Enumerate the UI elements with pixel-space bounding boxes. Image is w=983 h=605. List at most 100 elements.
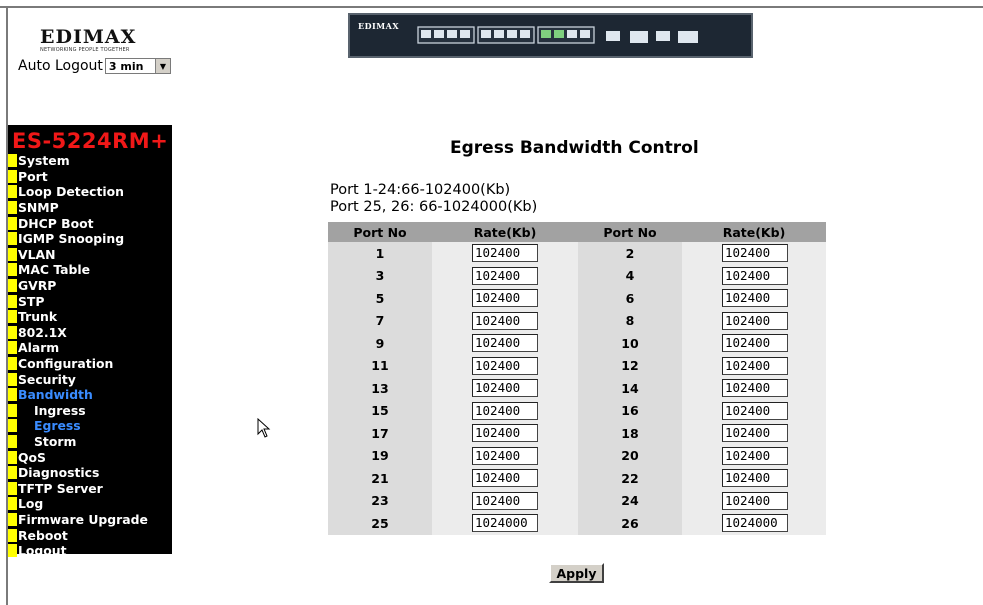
sidebar-item-logout[interactable]: Logout bbox=[8, 543, 172, 559]
sidebar-item-ingress[interactable]: Ingress bbox=[8, 403, 172, 419]
rate-input[interactable]: 102400 bbox=[472, 379, 538, 398]
sidebar-item-label: Security bbox=[18, 371, 76, 387]
sidebar-item-gvrp[interactable]: GVRP bbox=[8, 278, 172, 294]
sidebar-item-dhcp-boot[interactable]: DHCP Boot bbox=[8, 215, 172, 231]
rate-cell: 102400 bbox=[682, 467, 826, 490]
sidebar-item-vlan[interactable]: VLAN bbox=[8, 247, 172, 263]
port-number: 26 bbox=[578, 512, 682, 535]
port-number: 9 bbox=[328, 332, 432, 355]
rate-input[interactable]: 1024000 bbox=[472, 514, 538, 533]
table-row: 21 102400 22 102400 bbox=[328, 467, 826, 490]
bandwidth-table: Port No Rate(Kb) Port No Rate(Kb) 1 10240… bbox=[328, 222, 826, 535]
sidebar-item-log[interactable]: Log bbox=[8, 496, 172, 512]
port-number: 22 bbox=[578, 467, 682, 490]
auto-logout-select[interactable]: 3 min ▼ bbox=[104, 58, 171, 74]
table-row: 3 102400 4 102400 bbox=[328, 264, 826, 287]
sidebar-item-system[interactable]: System bbox=[8, 153, 172, 169]
sidebar-item-stp[interactable]: STP bbox=[8, 293, 172, 309]
sidebar-item-reboot[interactable]: Reboot bbox=[8, 527, 172, 543]
rate-range-info: Port 1-24:66-102400(Kb) Port 25, 26: 66-… bbox=[330, 182, 537, 216]
sidebar-item-label: Log bbox=[18, 496, 44, 512]
rate-input[interactable]: 102400 bbox=[472, 469, 538, 488]
rate-input[interactable]: 102400 bbox=[472, 356, 538, 375]
sidebar-item-tftp-server[interactable]: TFTP Server bbox=[8, 480, 172, 496]
menu-marker-icon bbox=[8, 247, 17, 261]
rate-input[interactable]: 102400 bbox=[472, 266, 538, 285]
table-row: 25 1024000 26 1024000 bbox=[328, 512, 826, 535]
header-port-no: Port No bbox=[328, 222, 432, 242]
rate-input[interactable]: 102400 bbox=[722, 244, 788, 263]
port-number: 14 bbox=[578, 377, 682, 400]
sidebar-item-bandwidth[interactable]: Bandwidth bbox=[8, 387, 172, 403]
rate-input[interactable]: 102400 bbox=[722, 446, 788, 465]
sidebar-item-mac-table[interactable]: MAC Table bbox=[8, 262, 172, 278]
rate-input[interactable]: 1024000 bbox=[722, 514, 788, 533]
sidebar-item-label: Ingress bbox=[34, 402, 86, 418]
mouse-cursor-icon bbox=[257, 418, 271, 438]
rate-input[interactable]: 102400 bbox=[472, 311, 538, 330]
menu-marker-icon bbox=[8, 481, 17, 495]
rate-input[interactable]: 102400 bbox=[472, 491, 538, 510]
port-number: 5 bbox=[328, 287, 432, 310]
logo-mark: EDIMAX bbox=[40, 26, 137, 48]
sidebar-item-trunk[interactable]: Trunk bbox=[8, 309, 172, 325]
rate-input[interactable]: 102400 bbox=[722, 356, 788, 375]
sidebar-item-label: QoS bbox=[18, 449, 46, 465]
device-brand: EDIMAX bbox=[358, 21, 400, 31]
rate-input[interactable]: 102400 bbox=[472, 446, 538, 465]
rate-input[interactable]: 102400 bbox=[472, 334, 538, 353]
switch-device-image: EDIMAX bbox=[348, 13, 753, 58]
rate-cell: 102400 bbox=[432, 264, 578, 287]
rate-cell: 102400 bbox=[432, 444, 578, 467]
port-number: 19 bbox=[328, 444, 432, 467]
rate-input[interactable]: 102400 bbox=[472, 424, 538, 443]
rate-input[interactable]: 102400 bbox=[722, 266, 788, 285]
menu-marker-icon bbox=[8, 154, 17, 168]
rate-cell: 102400 bbox=[432, 332, 578, 355]
menu-marker-icon bbox=[8, 450, 17, 464]
sidebar-item-diagnostics[interactable]: Diagnostics bbox=[8, 465, 172, 481]
sidebar-item-egress[interactable]: Egress bbox=[8, 418, 172, 434]
rate-cell: 102400 bbox=[432, 287, 578, 310]
sidebar-item-port[interactable]: Port bbox=[8, 169, 172, 185]
sidebar-item-label: Port bbox=[18, 168, 48, 184]
table-row: 5 102400 6 102400 bbox=[328, 287, 826, 310]
auto-logout-value: 3 min bbox=[108, 59, 144, 73]
sidebar-item-qos[interactable]: QoS bbox=[8, 449, 172, 465]
menu-marker-icon bbox=[8, 544, 17, 558]
rate-input[interactable]: 102400 bbox=[472, 401, 538, 420]
menu-marker-icon bbox=[8, 325, 17, 339]
rate-input[interactable]: 102400 bbox=[722, 469, 788, 488]
sidebar-item-alarm[interactable]: Alarm bbox=[8, 340, 172, 356]
sidebar-item-firmware-upgrade[interactable]: Firmware Upgrade bbox=[8, 512, 172, 528]
rate-cell: 102400 bbox=[432, 242, 578, 265]
rate-input[interactable]: 102400 bbox=[472, 244, 538, 263]
rate-input[interactable]: 102400 bbox=[722, 401, 788, 420]
menu-marker-icon bbox=[8, 201, 17, 215]
header-rate: Rate(Kb) bbox=[682, 222, 826, 242]
sidebar-menu: System Port Loop Detection SNMP DHCP Boot IGM… bbox=[8, 153, 172, 558]
table-header-row: Port No Rate(Kb) Port No Rate(Kb) bbox=[328, 222, 826, 242]
table-row: 13 102400 14 102400 bbox=[328, 377, 826, 400]
apply-button[interactable]: Apply bbox=[549, 563, 604, 583]
sidebar-item-igmp-snooping[interactable]: IGMP Snooping bbox=[8, 231, 172, 247]
port-number: 25 bbox=[328, 512, 432, 535]
sidebar-item-label: Bandwidth bbox=[18, 387, 93, 403]
rate-input[interactable]: 102400 bbox=[472, 289, 538, 308]
sidebar-item-configuration[interactable]: Configuration bbox=[8, 356, 172, 372]
chevron-down-icon[interactable]: ▼ bbox=[154, 59, 170, 73]
sidebar-item-802-1x[interactable]: 802.1X bbox=[8, 325, 172, 341]
sidebar-item-storm[interactable]: Storm bbox=[8, 434, 172, 450]
port-number: 24 bbox=[578, 489, 682, 512]
rate-input[interactable]: 102400 bbox=[722, 311, 788, 330]
sidebar-item-security[interactable]: Security bbox=[8, 371, 172, 387]
rate-input[interactable]: 102400 bbox=[722, 491, 788, 510]
rate-input[interactable]: 102400 bbox=[722, 424, 788, 443]
menu-marker-icon bbox=[8, 388, 17, 402]
rate-input[interactable]: 102400 bbox=[722, 379, 788, 398]
menu-marker-icon bbox=[8, 466, 17, 480]
sidebar-item-loop-detection[interactable]: Loop Detection bbox=[8, 184, 172, 200]
rate-input[interactable]: 102400 bbox=[722, 334, 788, 353]
rate-input[interactable]: 102400 bbox=[722, 289, 788, 308]
sidebar-item-snmp[interactable]: SNMP bbox=[8, 200, 172, 216]
